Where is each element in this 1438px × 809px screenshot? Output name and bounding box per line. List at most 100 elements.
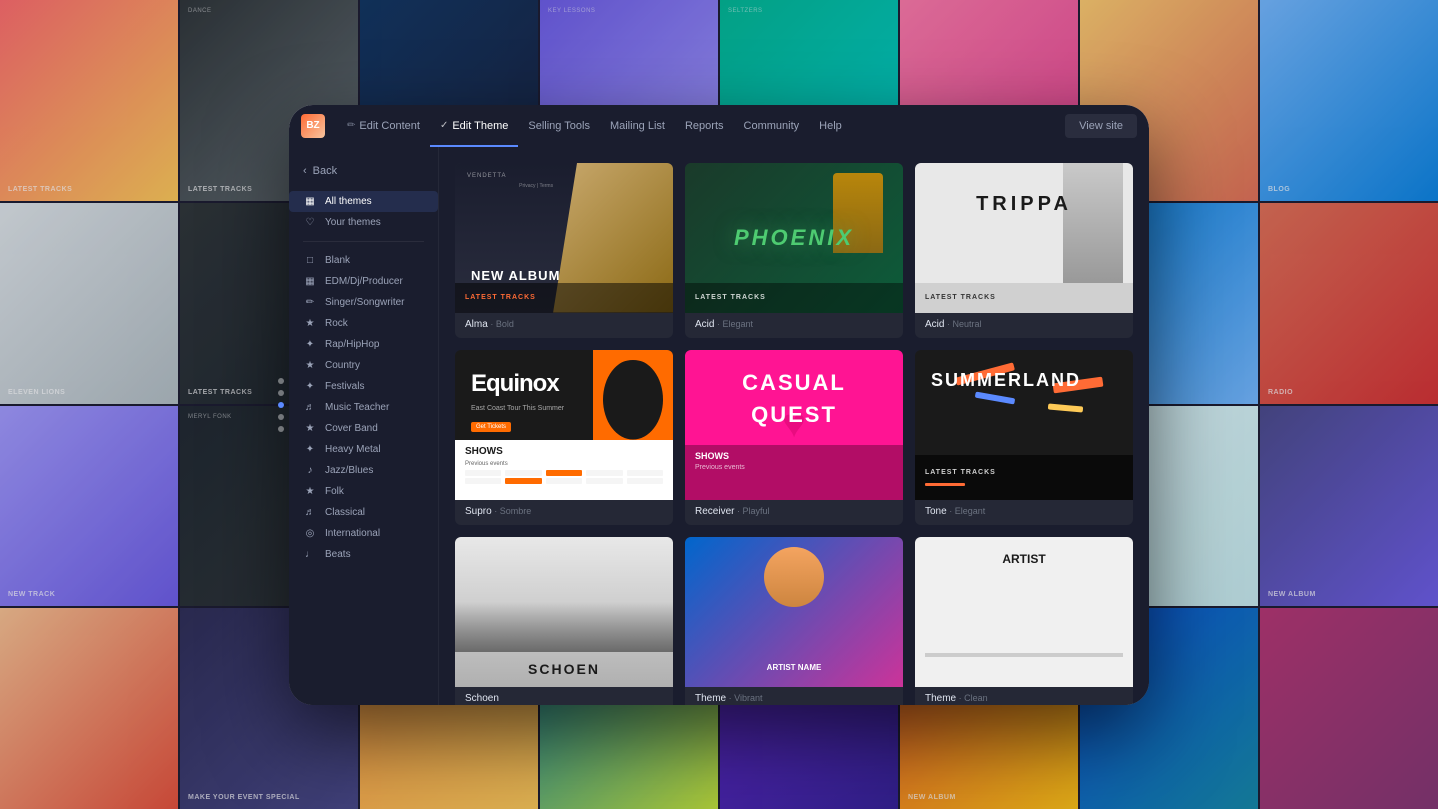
app-logo: BZ bbox=[301, 114, 325, 138]
sidebar-item-festivals[interactable]: ✦ Festivals bbox=[289, 376, 438, 397]
nav-edit-theme[interactable]: ✓ Edit Theme bbox=[430, 105, 518, 147]
sidebar-back-button[interactable]: ‹ Back bbox=[289, 159, 438, 183]
supro-shows-label: Shows bbox=[465, 446, 663, 457]
3right-text: ARTIST bbox=[1002, 552, 1045, 566]
rock-icon: ★ bbox=[303, 318, 317, 329]
edit-theme-icon: ✓ bbox=[440, 120, 448, 131]
sidebar-item-jazz[interactable]: ♪ Jazz/Blues bbox=[289, 460, 438, 481]
singer-icon: ✏ bbox=[303, 297, 317, 308]
sidebar-item-edm[interactable]: ▦ EDM/Dj/Producer bbox=[289, 271, 438, 292]
acid-neutral-latest-tracks: LATEST TRACKS bbox=[915, 283, 1133, 313]
sidebar-item-your-themes[interactable]: ♡ Your themes bbox=[289, 212, 438, 233]
receiver-quest-text: QUEST bbox=[751, 402, 837, 428]
international-icon: ◎ bbox=[303, 528, 317, 539]
theme-card-acid-neutral[interactable]: TRIPPA LATEST TRACKS Acid · Neutral bbox=[915, 163, 1133, 338]
receiver-prev-events: Previous events bbox=[695, 464, 893, 471]
sidebar-item-country[interactable]: ★ Country bbox=[289, 355, 438, 376]
tone-summerland-text: SUMMERLAND bbox=[931, 370, 1081, 391]
3right-bar bbox=[925, 653, 1123, 657]
schoen-landscape bbox=[455, 602, 673, 652]
theme-preview-tone: SUMMERLAND LATEST TRACKS bbox=[915, 350, 1133, 500]
nav-mailing-list[interactable]: Mailing List bbox=[600, 105, 675, 147]
schoen-name-text: Schoen bbox=[528, 661, 600, 677]
nav-dot-3[interactable] bbox=[278, 402, 284, 408]
grid-icon: ▦ bbox=[303, 196, 317, 207]
sidebar-item-international[interactable]: ◎ International bbox=[289, 523, 438, 544]
sidebar-item-cover-band[interactable]: ★ Cover Band bbox=[289, 418, 438, 439]
theme-card-acid-elegant[interactable]: PHOENIX LATEST TRACKS Acid · Elegant bbox=[685, 163, 903, 338]
theme-card-3right[interactable]: ARTIST Theme · Clean bbox=[915, 537, 1133, 705]
sidebar-item-rap[interactable]: ✦ Rap/HipHop bbox=[289, 334, 438, 355]
supro-label: Supro · Sombre bbox=[455, 500, 673, 525]
festivals-icon: ✦ bbox=[303, 381, 317, 392]
nav-edit-content[interactable]: ✏ Edit Content bbox=[337, 105, 430, 147]
nav-help[interactable]: Help bbox=[809, 105, 852, 147]
view-site-button[interactable]: View site bbox=[1065, 114, 1137, 138]
rap-icon: ✦ bbox=[303, 339, 317, 350]
theme-preview-3mid: ARTIST NAME bbox=[685, 537, 903, 687]
receiver-shows-label: Shows bbox=[695, 451, 893, 461]
theme-card-tone-elegant[interactable]: SUMMERLAND LATEST TRACKS Tone · Elegant bbox=[915, 350, 1133, 525]
sidebar-item-all-themes[interactable]: ▦ All themes bbox=[289, 191, 438, 212]
classical-icon: ♬ bbox=[303, 507, 317, 518]
sidebar-item-rock[interactable]: ★ Rock bbox=[289, 313, 438, 334]
alma-card-label: Alma · Bold bbox=[455, 313, 673, 338]
tone-label: Tone · Elegant bbox=[915, 500, 1133, 525]
3mid-face bbox=[764, 547, 824, 607]
nav-community[interactable]: Community bbox=[734, 105, 810, 147]
sidebar-item-classical[interactable]: ♬ Classical bbox=[289, 502, 438, 523]
receiver-casual-text: CASUAL bbox=[742, 370, 846, 396]
back-arrow-icon: ‹ bbox=[303, 165, 307, 177]
sidebar-item-singer[interactable]: ✏ Singer/Songwriter bbox=[289, 292, 438, 313]
supro-tour-text: East Coast Tour This Summer bbox=[471, 405, 564, 412]
country-icon: ★ bbox=[303, 360, 317, 371]
acid-elegant-label: Acid · Elegant bbox=[685, 313, 903, 338]
3mid-label: Theme · Vibrant bbox=[685, 687, 903, 705]
theme-preview-schoen: Schoen bbox=[455, 537, 673, 687]
edm-icon: ▦ bbox=[303, 276, 317, 287]
nav-selling-tools[interactable]: Selling Tools bbox=[518, 105, 600, 147]
theme-card-alma-bold[interactable]: VENDETTA Privacy | Terms NEW ALBUM LATES… bbox=[455, 163, 673, 338]
alma-latest-tracks-bar: LATEST TRACKS bbox=[455, 283, 673, 313]
sidebar-item-blank[interactable]: □ Blank bbox=[289, 250, 438, 271]
theme-preview-acid-neutral: TRIPPA LATEST TRACKS bbox=[915, 163, 1133, 313]
tablet-container: BZ ✏ Edit Content ✓ Edit Theme Selling T… bbox=[289, 105, 1149, 705]
edit-content-icon: ✏ bbox=[347, 120, 355, 131]
cover-band-icon: ★ bbox=[303, 423, 317, 434]
receiver-shows-bottom: Shows Previous events bbox=[685, 445, 903, 500]
nav-reports[interactable]: Reports bbox=[675, 105, 734, 147]
theme-preview-acid-elegant: PHOENIX LATEST TRACKS bbox=[685, 163, 903, 313]
tone-latest-tracks: LATEST TRACKS bbox=[915, 455, 1133, 500]
content-area: VENDETTA Privacy | Terms NEW ALBUM LATES… bbox=[439, 147, 1149, 705]
theme-card-receiver-playful[interactable]: ♥ CASUAL QUEST Shows Previous events Rec… bbox=[685, 350, 903, 525]
blank-icon: □ bbox=[303, 255, 317, 266]
theme-preview-alma: VENDETTA Privacy | Terms NEW ALBUM LATES… bbox=[455, 163, 673, 313]
supro-silhouette bbox=[603, 360, 663, 440]
theme-preview-supro: Equinox East Coast Tour This Summer Get … bbox=[455, 350, 673, 500]
folk-icon: ★ bbox=[303, 486, 317, 497]
acid-neutral-person bbox=[1063, 163, 1123, 283]
heart-icon: ♡ bbox=[303, 217, 317, 228]
music-teacher-icon: ♬ bbox=[303, 402, 317, 413]
tone-bar bbox=[925, 483, 965, 486]
supro-shows-row bbox=[465, 470, 663, 476]
nav-items: ✏ Edit Content ✓ Edit Theme Selling Tool… bbox=[337, 105, 1065, 147]
nav-dot-2[interactable] bbox=[278, 390, 284, 396]
sidebar-item-folk[interactable]: ★ Folk bbox=[289, 481, 438, 502]
sidebar-item-beats[interactable]: ♩ Beats bbox=[289, 544, 438, 565]
nav-dot-4[interactable] bbox=[278, 414, 284, 420]
theme-card-schoen[interactable]: Schoen Schoen bbox=[455, 537, 673, 705]
acid-neutral-label: Acid · Neutral bbox=[915, 313, 1133, 338]
sidebar-divider bbox=[303, 241, 424, 242]
theme-preview-receiver: ♥ CASUAL QUEST Shows Previous events bbox=[685, 350, 903, 500]
beats-icon: ♩ bbox=[303, 549, 317, 560]
sidebar-item-music-teacher[interactable]: ♬ Music Teacher bbox=[289, 397, 438, 418]
sidebar-item-heavy-metal[interactable]: ✦ Heavy Metal bbox=[289, 439, 438, 460]
nav-dot-1[interactable] bbox=[278, 378, 284, 384]
theme-card-supro-sombre[interactable]: Equinox East Coast Tour This Summer Get … bbox=[455, 350, 673, 525]
theme-card-3mid[interactable]: ARTIST NAME Theme · Vibrant bbox=[685, 537, 903, 705]
nav-dot-5[interactable] bbox=[278, 426, 284, 432]
alma-album-text: NEW ALBUM bbox=[471, 268, 560, 283]
supro-equinox-text: Equinox bbox=[471, 370, 559, 398]
3right-label: Theme · Clean bbox=[915, 687, 1133, 705]
